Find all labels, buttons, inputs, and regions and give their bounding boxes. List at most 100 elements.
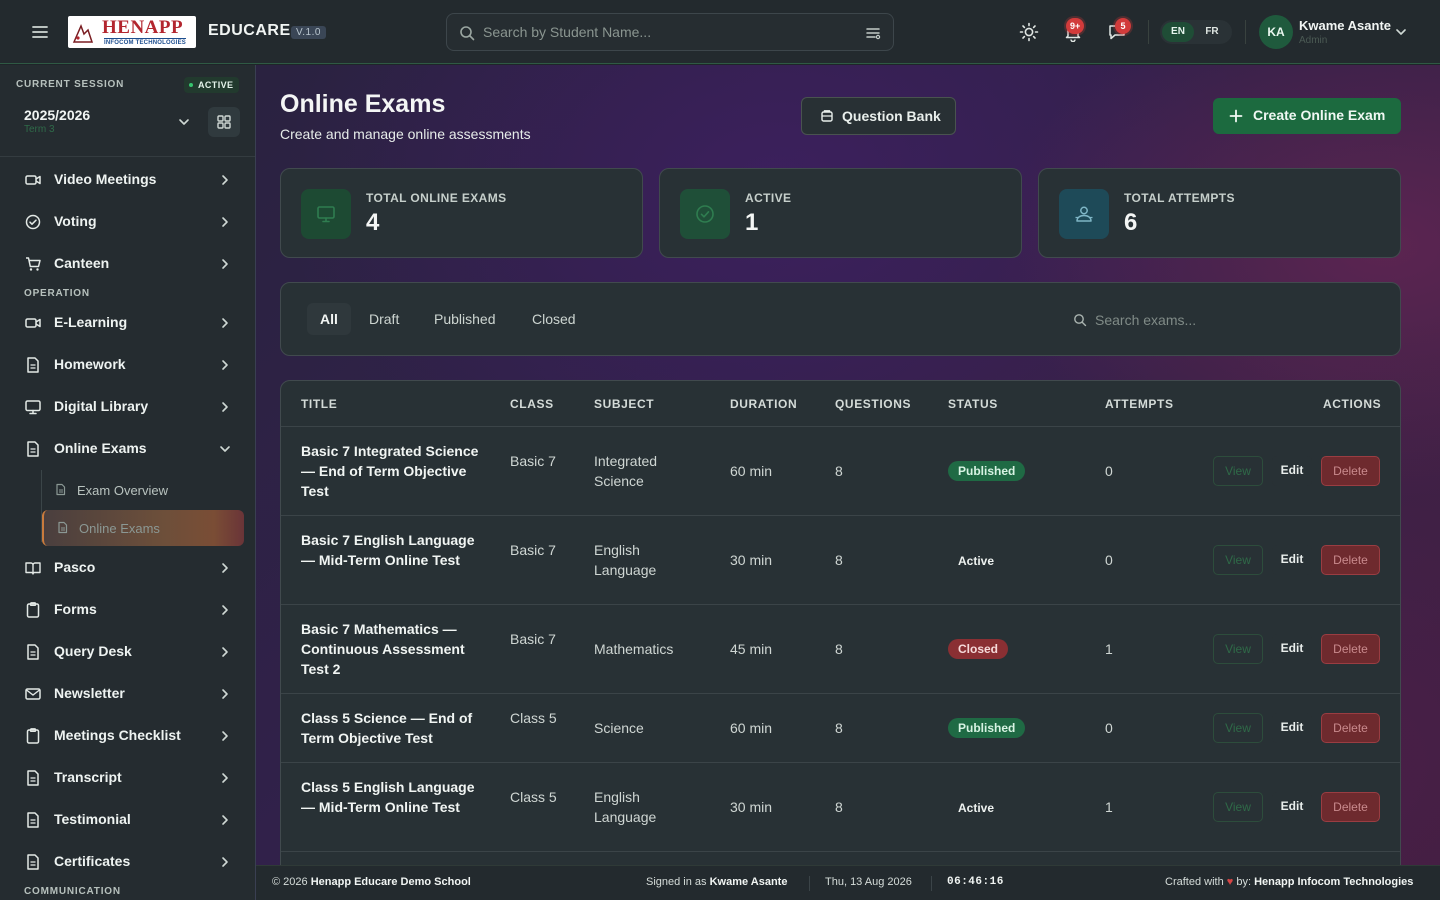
- sidebar-item-transcript[interactable]: Transcript: [12, 760, 244, 796]
- exam-title[interactable]: Class 5 English Language — Mid-Term Onli…: [301, 777, 481, 817]
- stat-card-total-attempts: TOTAL ATTEMPTS 6: [1038, 168, 1401, 258]
- session-term: Term 3: [24, 124, 55, 135]
- sidebar-item-certificates[interactable]: Certificates: [12, 844, 244, 880]
- sidebar-item-testimonial[interactable]: Testimonial: [12, 802, 244, 838]
- chevron-down-icon[interactable]: [1394, 25, 1408, 39]
- sidebar-item-voting[interactable]: Voting: [12, 204, 244, 240]
- delete-button[interactable]: Delete: [1321, 713, 1380, 743]
- chevron-right-icon: [218, 855, 232, 869]
- delete-button[interactable]: Delete: [1321, 634, 1380, 664]
- tab-closed[interactable]: Closed: [519, 303, 589, 335]
- sidebar-subitem-exam-overview[interactable]: Exam Overview: [42, 472, 244, 508]
- monitor-icon: [24, 398, 42, 416]
- view-button[interactable]: View: [1213, 456, 1263, 486]
- page-subtitle: Create and manage online assessments: [280, 126, 531, 142]
- tab-all[interactable]: All: [307, 303, 351, 335]
- session-grid-button[interactable]: [208, 107, 240, 137]
- company-logo[interactable]: HENAPP INFOCOM TECHNOLOGIES: [68, 16, 196, 48]
- sidebar-item-video-meetings[interactable]: Video Meetings: [12, 162, 244, 198]
- delete-button[interactable]: Delete: [1321, 456, 1380, 486]
- table-row[interactable]: Class 5 English Language — Mid-Term Onli…: [281, 763, 1400, 852]
- tab-published[interactable]: Published: [421, 303, 509, 335]
- exam-title[interactable]: Basic 7 English Language — Mid-Term Onli…: [301, 530, 481, 570]
- document-icon: [24, 811, 42, 829]
- menu-icon[interactable]: [30, 22, 50, 42]
- sidebar-subitem-online-exams[interactable]: Online Exams: [42, 510, 244, 546]
- document-icon: [24, 769, 42, 787]
- edit-button[interactable]: Edit: [1272, 456, 1312, 486]
- chevron-right-icon: [218, 400, 232, 414]
- edit-button[interactable]: Edit: [1272, 792, 1312, 822]
- sidebar-item-newsletter[interactable]: Newsletter: [12, 676, 244, 712]
- view-button[interactable]: View: [1213, 634, 1263, 664]
- delete-button[interactable]: Delete: [1321, 792, 1380, 822]
- avatar[interactable]: KA: [1259, 15, 1293, 49]
- document-icon: [24, 643, 42, 661]
- question-bank-button[interactable]: Question Bank: [801, 97, 956, 135]
- column-header-duration[interactable]: DURATION: [730, 397, 797, 411]
- table-row[interactable]: Basic 7 Integrated Science — End of Term…: [281, 427, 1400, 516]
- database-icon: [821, 110, 833, 122]
- user-name[interactable]: Kwame Asante: [1299, 18, 1391, 33]
- table-row[interactable]: Basic 7 English Language — Mid-Term Onli…: [281, 516, 1400, 605]
- sidebar-item-digital-library[interactable]: Digital Library: [12, 389, 244, 425]
- session-panel: CURRENT SESSION ACTIVE 2025/2026 Term 3: [0, 65, 255, 157]
- chevron-right-icon: [218, 603, 232, 617]
- session-year[interactable]: 2025/2026: [24, 107, 90, 123]
- exam-subject: English Language: [594, 542, 657, 578]
- table-row[interactable]: Class 5 Science — End of Term Objective …: [281, 694, 1400, 763]
- status-badge: Active: [958, 554, 995, 568]
- column-header-class[interactable]: CLASS: [510, 397, 554, 411]
- view-button[interactable]: View: [1213, 713, 1263, 743]
- exam-search-input[interactable]: [1095, 305, 1375, 335]
- chevron-right-icon: [218, 729, 232, 743]
- edit-button[interactable]: Edit: [1272, 545, 1312, 575]
- exam-title[interactable]: Basic 7 Integrated Science — End of Term…: [301, 441, 481, 501]
- company-name[interactable]: Henapp Infocom Technologies: [1254, 876, 1413, 888]
- view-button[interactable]: View: [1213, 545, 1263, 575]
- sidebar-item-query-desk[interactable]: Query Desk: [12, 634, 244, 670]
- column-header-title[interactable]: TITLE: [301, 397, 337, 411]
- exam-title[interactable]: Class 5 Science — End of Term Objective …: [301, 708, 481, 748]
- column-header-subject[interactable]: SUBJECT: [594, 397, 654, 411]
- exam-title[interactable]: Basic 7 Mathematics — Continuous Assessm…: [301, 619, 481, 679]
- exam-class: Class 5: [510, 789, 557, 805]
- plus-icon: [1229, 109, 1243, 123]
- column-header-actions: ACTIONS: [1323, 397, 1382, 411]
- exam-attempts: 1: [1105, 799, 1113, 815]
- stat-icon-box: [301, 189, 351, 239]
- exam-subject: Science: [594, 720, 644, 736]
- sidebar-item-e-learning[interactable]: E-Learning: [12, 305, 244, 341]
- delete-button[interactable]: Delete: [1321, 545, 1380, 575]
- sidebar-item-forms[interactable]: Forms: [12, 592, 244, 628]
- column-header-status[interactable]: STATUS: [948, 397, 998, 411]
- lang-fr-button[interactable]: FR: [1196, 22, 1228, 42]
- exam-questions: 8: [835, 641, 843, 657]
- create-online-exam-button[interactable]: Create Online Exam: [1213, 98, 1401, 134]
- column-header-attempts[interactable]: ATTEMPTS: [1105, 397, 1174, 411]
- document-icon: [54, 483, 67, 496]
- sidebar-item-canteen[interactable]: Canteen: [12, 246, 244, 282]
- filter-icon[interactable]: [865, 25, 881, 41]
- chevron-right-icon: [218, 173, 232, 187]
- theme-toggle-sun-icon[interactable]: [1019, 22, 1039, 42]
- sidebar-item-label: Online Exams: [54, 440, 147, 456]
- chevron-down-icon[interactable]: [177, 115, 191, 129]
- status-badge: Published: [948, 461, 1026, 481]
- view-button[interactable]: View: [1213, 792, 1263, 822]
- student-search: [446, 13, 894, 51]
- tab-draft[interactable]: Draft: [356, 303, 412, 335]
- chevron-right-icon: [218, 257, 232, 271]
- exam-subject: English Language: [594, 789, 657, 825]
- edit-button[interactable]: Edit: [1272, 713, 1312, 743]
- sidebar-item-online-exams[interactable]: Online Exams: [12, 431, 244, 467]
- stat-value: 4: [366, 209, 380, 236]
- sidebar-item-pasco[interactable]: Pasco: [12, 550, 244, 586]
- student-search-input[interactable]: [483, 14, 853, 50]
- column-header-questions[interactable]: QUESTIONS: [835, 397, 911, 411]
- sidebar-item-homework[interactable]: Homework: [12, 347, 244, 383]
- lang-en-button[interactable]: EN: [1162, 22, 1194, 42]
- table-row[interactable]: Basic 7 Mathematics — Continuous Assessm…: [281, 605, 1400, 694]
- sidebar-item-meetings-checklist[interactable]: Meetings Checklist: [12, 718, 244, 754]
- edit-button[interactable]: Edit: [1272, 634, 1312, 664]
